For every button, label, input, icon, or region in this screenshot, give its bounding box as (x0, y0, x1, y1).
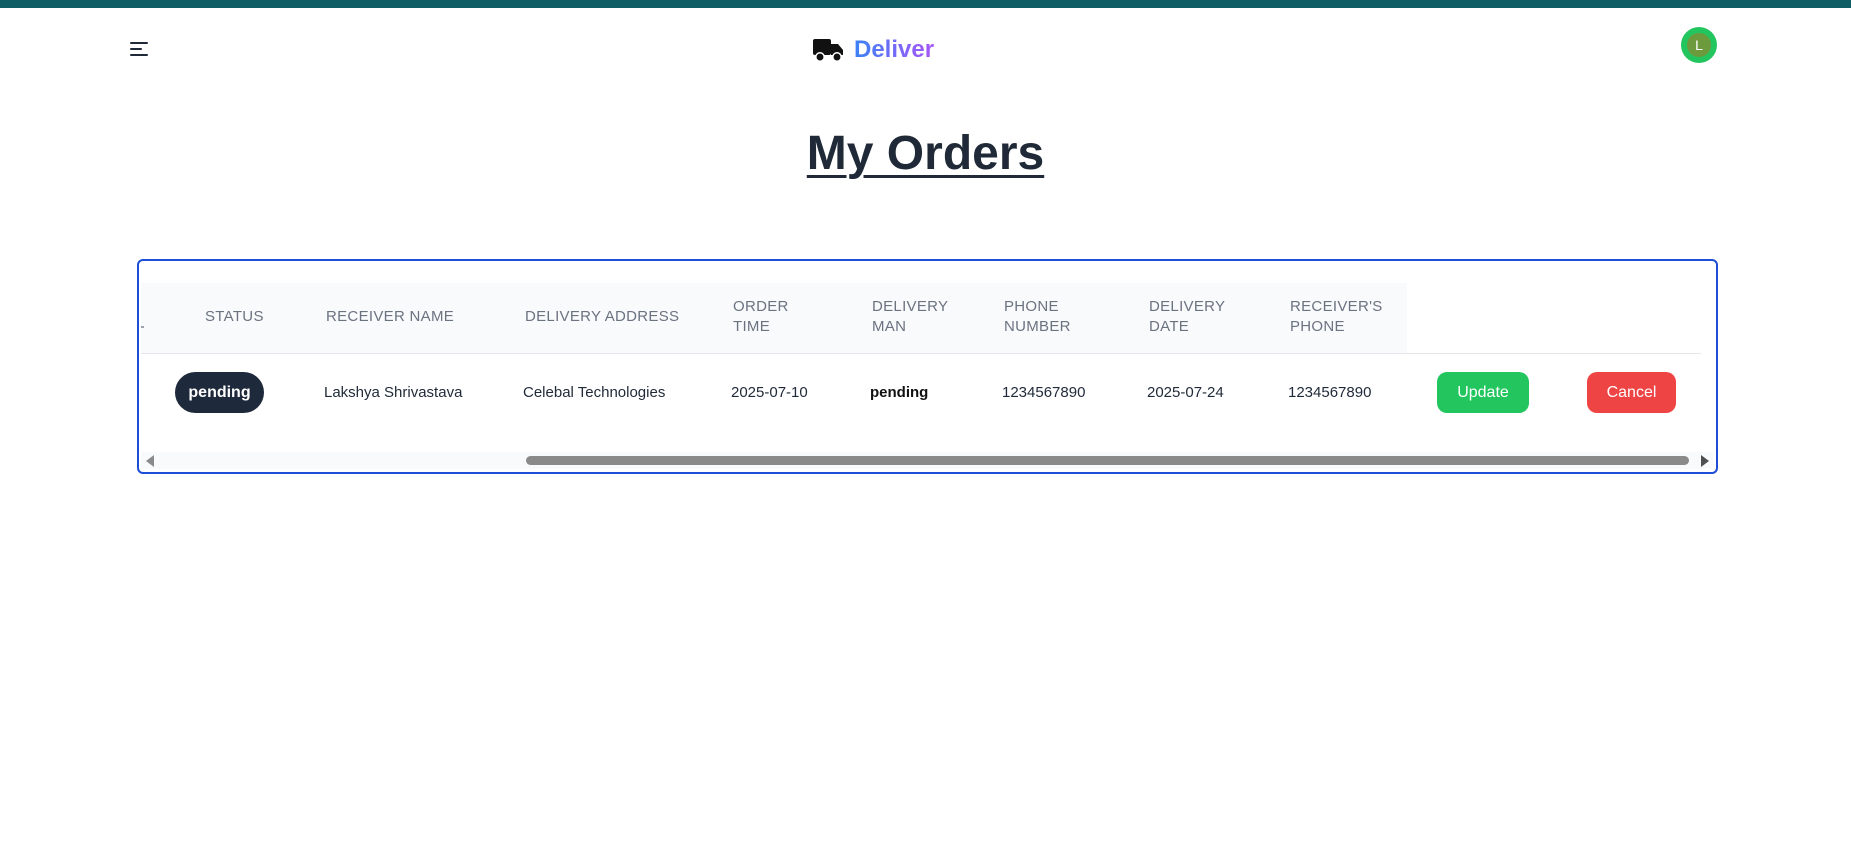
column-header-status: STATUS (205, 308, 264, 325)
column-header-order-time: ORDER TIME (733, 297, 789, 337)
column-header-receivers-phone: RECEIVER'S PHONE (1290, 297, 1383, 337)
column-header-delivery-date-line1: DELIVERY (1149, 298, 1226, 315)
page-title: My Orders (806, 127, 1045, 180)
column-header-receivers-phone-line1: RECEIVER'S (1290, 298, 1383, 315)
cancel-button[interactable]: Cancel (1587, 372, 1676, 413)
truck-icon (813, 39, 843, 62)
column-header-delivery-address: DELIVERY ADDRESS (525, 308, 680, 325)
cell-order-time: 2025-07-10 (731, 384, 808, 401)
scroll-left-arrow-icon[interactable] (146, 455, 154, 467)
cell-receiver-name: Lakshya Shrivastava (324, 384, 463, 401)
column-header-delivery-date: DELIVERY DATE (1149, 297, 1225, 337)
scroll-right-arrow-icon[interactable] (1701, 455, 1709, 467)
column-header-receivers-phone-line2: PHONE (1290, 318, 1345, 335)
column-header-order-time-line2: TIME (733, 318, 771, 335)
column-header-delivery-date-line2: DATE (1149, 318, 1190, 335)
cell-delivery-address: Celebal Technologies (523, 384, 666, 401)
update-button[interactable]: Update (1437, 372, 1529, 413)
scrollbar-thumb[interactable] (526, 456, 1689, 465)
column-header-phone-number-line2: NUMBER (1004, 318, 1071, 335)
column-header-phone-number-line1: PHONE (1004, 298, 1059, 315)
column-header-order-time-line1: ORDER (733, 298, 789, 315)
avatar-initial: L (1687, 33, 1711, 57)
row-divider (141, 353, 1701, 354)
horizontal-scrollbar[interactable] (141, 452, 1713, 469)
status-badge: pending (175, 372, 264, 413)
brand-logo[interactable]: Deliver (812, 30, 934, 70)
cell-phone-number: 1234567890 (1002, 384, 1086, 401)
column-header-delivery-man: DELIVERY MAN (872, 297, 948, 337)
orders-table: STATUS RECEIVER NAME DELIVERY ADDRESS OR… (137, 259, 1718, 474)
cell-delivery-man: pending (870, 384, 929, 401)
column-header-delivery-man-line1: DELIVERY (872, 298, 949, 315)
clipped-column-header (141, 326, 144, 328)
brand-name: Deliver (854, 36, 935, 63)
cell-receivers-phone: 1234567890 (1288, 384, 1372, 401)
column-header-delivery-man-line2: MAN (872, 318, 907, 335)
hamburger-menu-icon[interactable] (126, 39, 150, 61)
column-header-receiver-name: RECEIVER NAME (326, 308, 455, 325)
avatar[interactable]: L (1681, 27, 1717, 63)
column-header-phone-number: PHONE NUMBER (1004, 297, 1071, 337)
cell-delivery-date: 2025-07-24 (1147, 384, 1224, 401)
table-header: STATUS RECEIVER NAME DELIVERY ADDRESS OR… (141, 283, 1407, 353)
top-accent-bar (0, 0, 1851, 8)
